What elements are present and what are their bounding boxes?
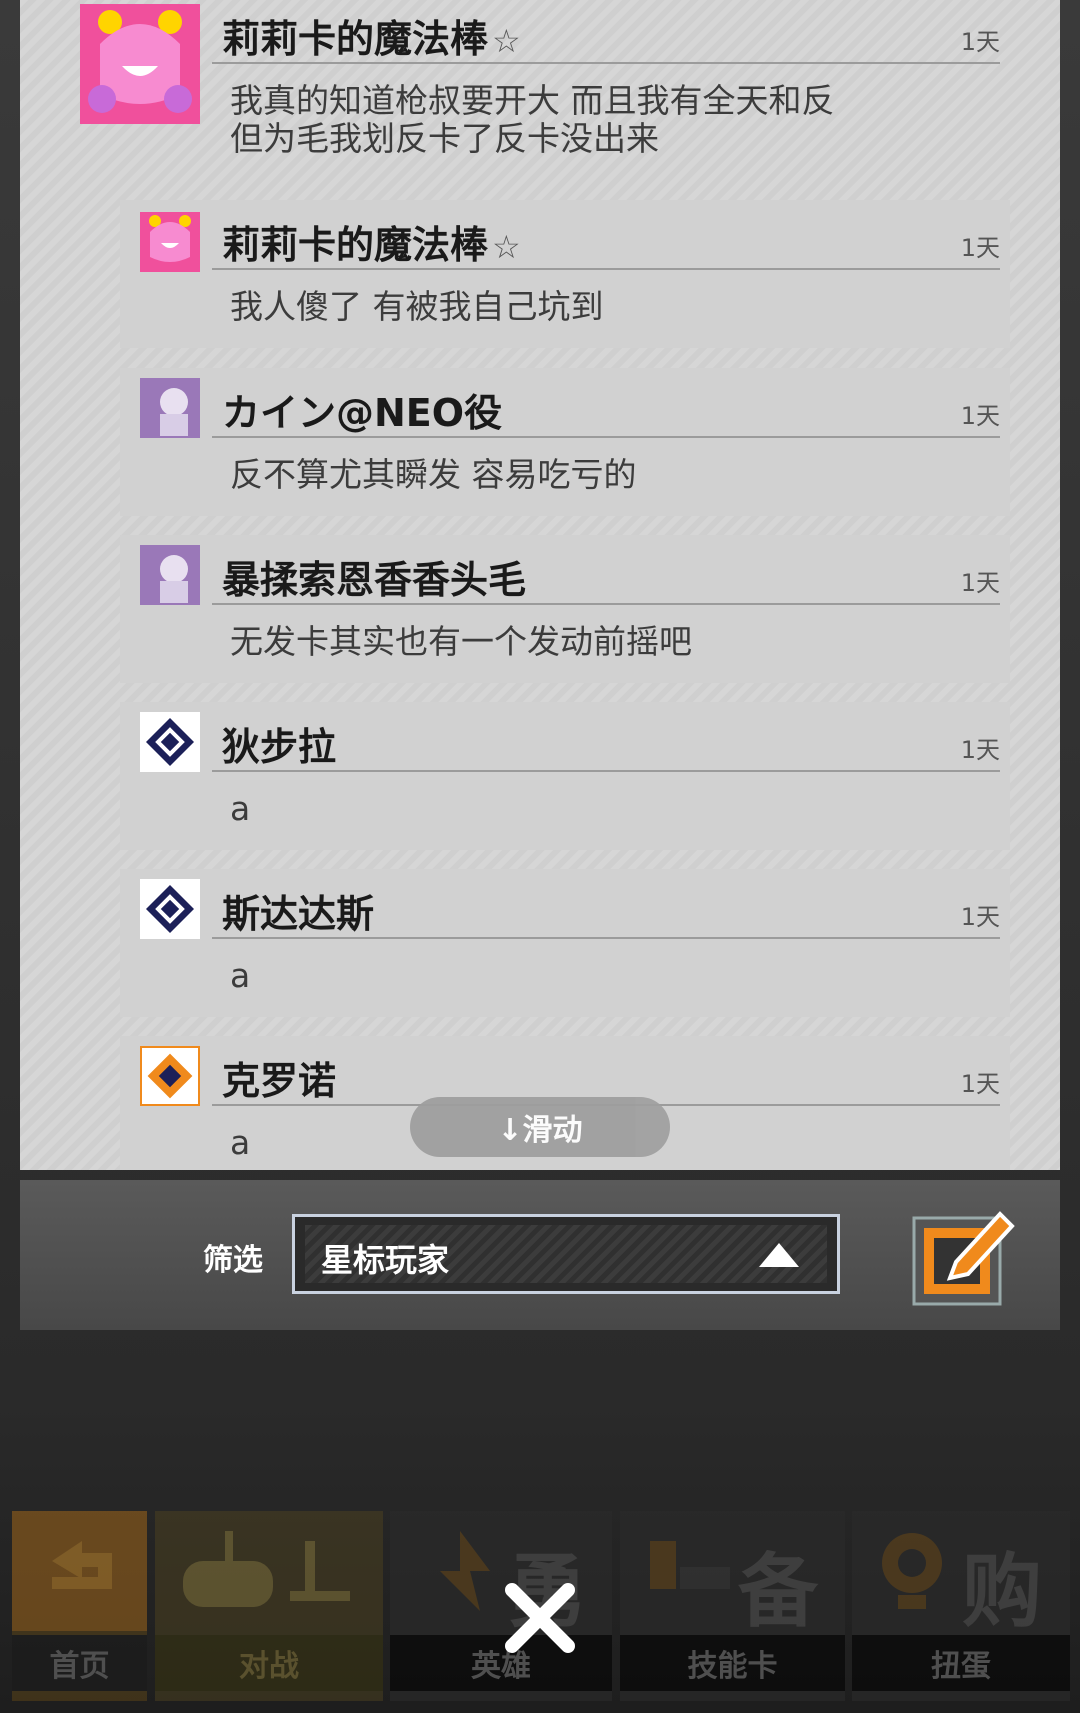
sender-name-text: 暴揉索恩香香头毛 [222,558,527,602]
filter-select[interactable]: 星标玩家 [292,1214,840,1294]
timestamp: 1天 [960,28,1000,56]
tab-home[interactable]: 首页 [12,1511,147,1701]
tab-battle[interactable]: 对战 [155,1511,383,1701]
gacha-glyph: 购 [962,1545,1042,1638]
divider [212,937,1000,939]
pink-monster-avatar[interactable] [80,4,200,124]
return-arrow-icon [12,1511,147,1631]
tab-home-label: 首页 [12,1635,147,1691]
message-text: 我真的知道枪叔要开大 而且我有全天和反 但为毛我划反卡了反卡没出来 [230,81,835,158]
card-glyph: 备 [738,1545,818,1638]
filter-label: 筛选 [203,1243,263,1278]
chat-panel[interactable]: 莉莉卡的魔法棒 ☆ 1天 我真的知道枪叔要开大 而且我有全天和反 但为毛我划反卡了… [20,0,1060,1170]
sender-name[interactable]: 狄步拉 [222,716,336,771]
divider [212,62,1000,64]
timestamp: 1天 [960,736,1000,764]
navy-diamond-avatar[interactable] [140,879,200,939]
chat-message: 莉莉卡的魔法棒 ☆ 1天 我真的知道枪叔要开大 而且我有全天和反 但为毛我划反卡了… [20,0,1060,165]
scroll-hint-button[interactable]: ↓滑动 [410,1097,670,1157]
sender-name-text: 莉莉卡的魔法棒 [222,17,489,61]
timestamp: 1天 [960,569,1000,597]
pink-monster-avatar[interactable] [140,212,200,272]
orange-diamond-avatar[interactable] [140,1046,200,1106]
sender-name-text: カイン@NEO役 [222,391,503,435]
tab-gacha-label: 扭蛋 [852,1635,1070,1691]
sender-name[interactable]: 斯达达斯 [222,883,374,938]
timestamp: 1天 [960,903,1000,931]
sender-name[interactable]: 莉莉卡的魔法棒 ☆ [222,8,521,63]
close-button[interactable] [500,1578,580,1658]
timestamp: 1天 [960,402,1000,430]
navy-diamond-avatar[interactable] [140,712,200,772]
divider [212,268,1000,270]
message-text: 我人傻了 有被我自己坑到 [230,287,604,326]
tab-skill-card[interactable]: 备 技能卡 [620,1511,845,1701]
edit-icon [912,1211,1015,1306]
close-icon [505,1583,575,1653]
timestamp: 1天 [960,234,1000,262]
chat-message: カイン@NEO役 1天 反不算尤其瞬发 容易吃亏的 [120,368,1010,516]
sender-name-text: 克罗诺 [222,1059,337,1103]
star-icon[interactable]: ☆ [492,228,521,266]
star-icon[interactable]: ☆ [492,22,521,60]
tab-skill-card-label: 技能卡 [620,1635,845,1691]
message-text: a [230,789,251,828]
sender-name[interactable]: 克罗诺 [222,1050,336,1105]
sender-name-text: 莉莉卡的魔法棒 [222,223,489,267]
purple-girl-avatar[interactable] [140,378,200,438]
timestamp: 1天 [960,1070,1000,1098]
message-text: 反不算尤其瞬发 容易吃亏的 [230,455,637,494]
purple-girl-avatar[interactable] [140,545,200,605]
chat-message: 狄步拉 1天 a [120,702,1010,850]
tab-gacha[interactable]: 购 扭蛋 [852,1511,1070,1701]
divider [212,770,1000,772]
filter-bar: 筛选 星标玩家 [20,1180,1060,1330]
sender-name-text: 狄步拉 [222,725,337,769]
sender-name-text: 斯达达斯 [222,892,375,936]
message-text: 无发卡其实也有一个发动前摇吧 [230,622,692,661]
triangle-up-icon [759,1243,799,1267]
sender-name[interactable]: カイン@NEO役 [222,382,502,437]
sender-name[interactable]: 暴揉索恩香香头毛 [222,549,526,604]
gamepad-icon [183,1531,350,1607]
filter-select-value: 星标玩家 [321,1241,450,1279]
chat-message: 斯达达斯 1天 a [120,869,1010,1017]
compose-button[interactable] [910,1198,1020,1308]
tab-battle-label: 对战 [155,1635,383,1691]
message-text: a [230,956,251,995]
divider [212,436,1000,438]
message-text: a [230,1123,251,1162]
chat-message: 莉莉卡的魔法棒 ☆ 1天 我人傻了 有被我自己坑到 [120,200,1010,348]
chat-message: 暴揉索恩香香头毛 1天 无发卡其实也有一个发动前摇吧 [120,535,1010,683]
sender-name[interactable]: 莉莉卡的魔法棒 ☆ [222,214,521,269]
divider [212,603,1000,605]
